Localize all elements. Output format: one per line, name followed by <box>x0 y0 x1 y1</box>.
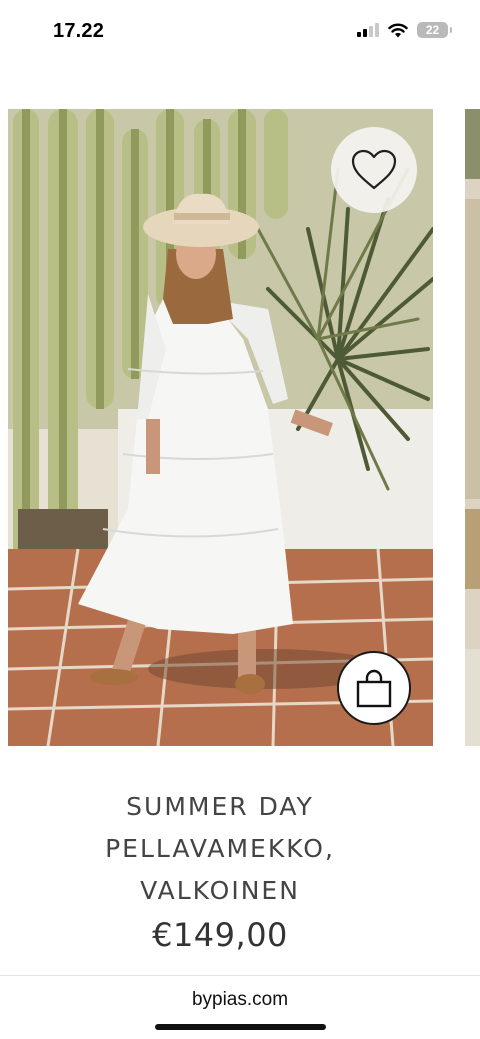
product-title[interactable]: SUMMER DAY PELLAVAMEKKO, VALKOINEN <box>0 786 440 912</box>
add-to-cart-button[interactable] <box>337 651 411 725</box>
battery-level: 22 <box>425 23 440 37</box>
product-price: €149,00 <box>152 916 288 954</box>
shopping-bag-icon <box>356 669 392 708</box>
wishlist-button[interactable] <box>331 127 417 213</box>
heart-icon <box>351 149 397 190</box>
home-indicator[interactable] <box>155 1024 326 1030</box>
product-title-line: VALKOINEN <box>140 876 300 905</box>
cellular-signal-icon <box>357 23 379 37</box>
battery-icon: 22 <box>417 22 452 38</box>
next-product-photo <box>465 109 480 746</box>
url-text[interactable]: bypias.com <box>0 989 480 1011</box>
status-bar: 17.22 22 <box>0 0 480 64</box>
next-product-image-peek[interactable] <box>465 109 480 746</box>
product-info: SUMMER DAY PELLAVAMEKKO, VALKOINEN €149,… <box>0 786 440 957</box>
wifi-icon <box>388 23 408 37</box>
product-title-line: PELLAVAMEKKO, <box>105 834 335 863</box>
product-title-line: SUMMER DAY <box>126 792 314 821</box>
browser-address-bar[interactable]: bypias.com <box>0 975 480 1039</box>
status-time: 17.22 <box>53 20 105 42</box>
status-icons: 22 <box>357 22 452 38</box>
